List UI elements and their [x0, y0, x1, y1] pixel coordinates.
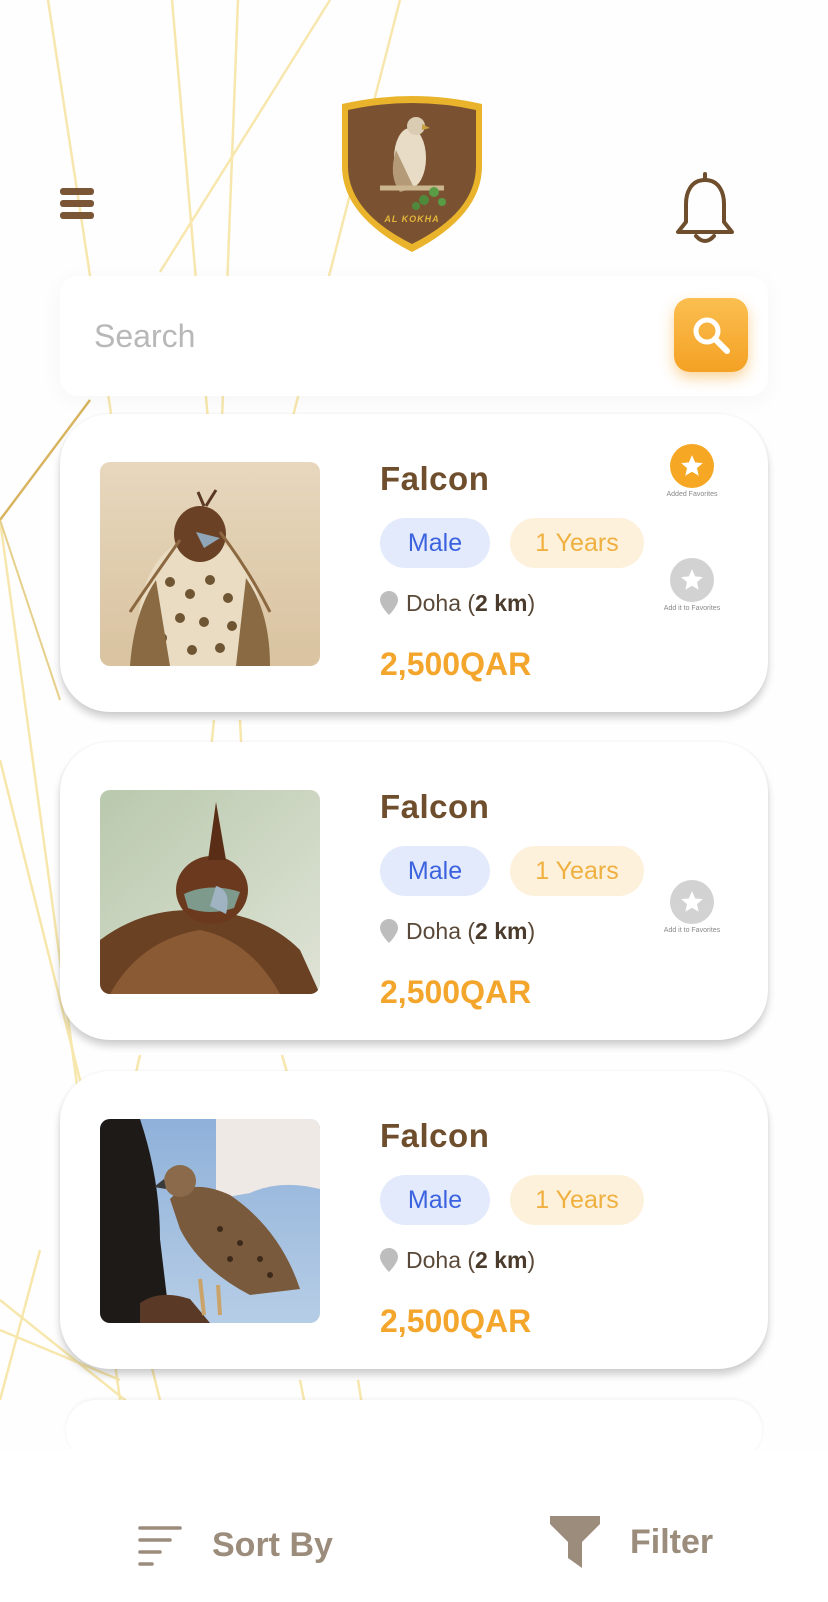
location: Doha (2 km): [380, 586, 535, 620]
menu-icon-bar: [60, 200, 94, 207]
favorite-circle: [670, 880, 714, 924]
notifications-button[interactable]: [674, 170, 736, 248]
sort-by-button[interactable]: Sort By: [138, 1520, 333, 1570]
falcon-photo: [100, 790, 320, 994]
search-input[interactable]: [94, 306, 654, 366]
favorite-circle: [670, 444, 714, 488]
listing-price: 2,500QAR: [380, 646, 532, 682]
search-button[interactable]: [674, 298, 748, 372]
favorite-label: Add it to Favorites: [663, 927, 721, 934]
gender-tag: Male: [380, 1175, 490, 1225]
favorite-label: Added Favorites: [666, 491, 718, 498]
listing-title: Falcon: [380, 460, 490, 497]
location-distance: 2 km: [475, 917, 528, 944]
listing-price: 2,500QAR: [380, 974, 532, 1010]
listing-price: 2,500QAR: [380, 1303, 532, 1339]
listing-title: Falcon: [380, 788, 490, 825]
listing-card[interactable]: Falcon Male 1 Years Doha (2 km) 2,500QAR…: [60, 414, 768, 712]
location-pin-icon: [380, 591, 398, 615]
search-bar: [60, 276, 768, 396]
star-icon: [681, 569, 703, 590]
age-tag: 1 Years: [510, 846, 644, 896]
add-to-favorites-button[interactable]: Add it to Favorites: [662, 558, 722, 613]
location-pin-icon: [380, 1248, 398, 1272]
app-logo: AL KOKHA: [332, 96, 492, 256]
falcon-photo: [100, 1119, 320, 1323]
menu-button[interactable]: [60, 188, 98, 222]
location-city: Doha: [406, 589, 461, 616]
location-city: Doha: [406, 1246, 461, 1273]
menu-icon-bar: [60, 188, 94, 195]
gender-tag: Male: [380, 518, 490, 568]
favorite-label: Add it to Favorites: [663, 605, 721, 612]
location-distance: 2 km: [475, 1246, 528, 1273]
sort-icon: [138, 1526, 182, 1566]
logo-emblem: [342, 96, 482, 252]
sort-by-label: Sort By: [212, 1525, 333, 1564]
bell-icon: [676, 172, 734, 243]
filter-button[interactable]: Filter: [550, 1512, 713, 1572]
star-icon: [681, 891, 703, 912]
location-distance: 2 km: [475, 589, 528, 616]
listing-card[interactable]: Falcon Male 1 Years Doha (2 km) 2,500QAR: [60, 1071, 768, 1369]
bottom-action-bar: Sort By Filter: [0, 1450, 828, 1602]
location: Doha (2 km): [380, 914, 535, 948]
star-icon: [681, 455, 703, 476]
listing-title: Falcon: [380, 1117, 490, 1154]
filter-funnel-icon: [550, 1516, 600, 1568]
gender-tag: Male: [380, 846, 490, 896]
age-tag: 1 Years: [510, 518, 644, 568]
listing-card[interactable]: Falcon Male 1 Years Doha (2 km) 2,500QAR…: [60, 742, 768, 1040]
location-city: Doha: [406, 917, 461, 944]
age-tag: 1 Years: [510, 1175, 644, 1225]
location-pin-icon: [380, 919, 398, 943]
favorite-circle: [670, 558, 714, 602]
falcon-photo: [100, 462, 320, 666]
search-icon: [693, 317, 730, 354]
favorite-added-button[interactable]: Added Favorites: [662, 444, 722, 499]
filter-label: Filter: [630, 1522, 714, 1561]
menu-icon-bar: [60, 212, 94, 219]
add-to-favorites-button[interactable]: Add it to Favorites: [662, 880, 722, 935]
logo-text: AL KOKHA: [384, 214, 440, 224]
location: Doha (2 km): [380, 1243, 535, 1277]
